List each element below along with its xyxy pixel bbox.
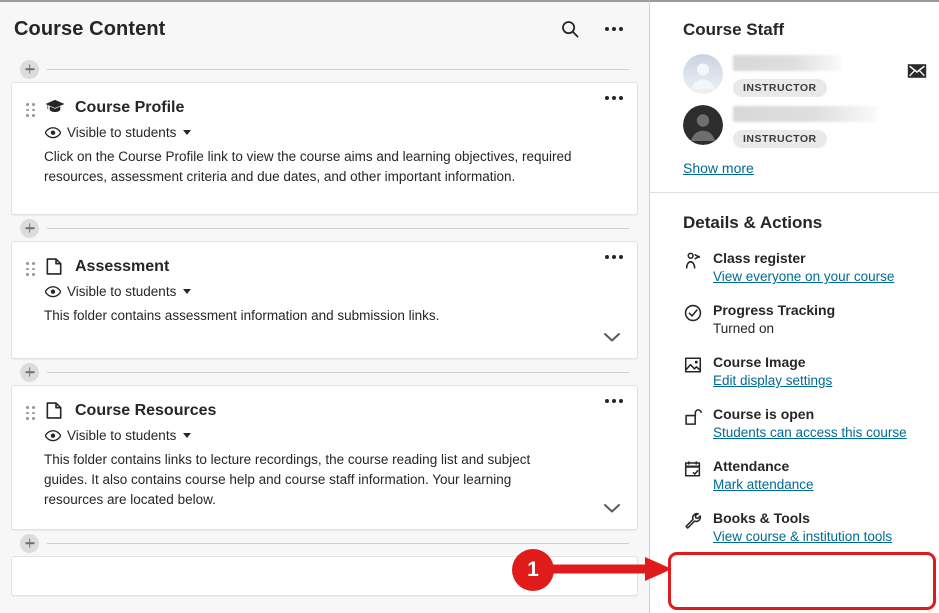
- detail-item-attendance[interactable]: Attendance Mark attendance: [683, 457, 917, 495]
- search-icon[interactable]: [557, 16, 583, 42]
- detail-sub: Turned on: [713, 321, 775, 336]
- staff-member-info: INSTRUCTOR: [733, 54, 917, 97]
- card-description: This folder contains assessment informat…: [44, 308, 440, 323]
- details-actions-section: Details & Actions Class register View ev…: [650, 193, 939, 563]
- panel-header: Course Content: [0, 2, 649, 56]
- graduation-cap-icon: [44, 97, 66, 119]
- wrench-icon: [683, 511, 703, 531]
- content-card-course-resources[interactable]: Course Resources Visible to students Thi…: [11, 385, 638, 530]
- detail-text: Course Image Edit display settings: [713, 353, 917, 391]
- page-title: Course Content: [14, 17, 166, 40]
- drag-handle[interactable]: [26, 262, 38, 276]
- detail-label: Course Image: [713, 354, 806, 370]
- add-content-icon[interactable]: [20, 218, 39, 238]
- content-card-assessment[interactable]: Assessment Visible to students This fold…: [11, 241, 638, 359]
- eye-icon: [45, 126, 61, 138]
- detail-link[interactable]: Students can access this course: [713, 423, 907, 443]
- card-title: Assessment: [75, 258, 170, 275]
- course-content-panel: Course Content Course Profile Visible to…: [0, 0, 650, 613]
- divider-line: [47, 68, 629, 70]
- folder-icon: [44, 400, 66, 422]
- detail-label: Books & Tools: [713, 510, 810, 526]
- detail-link[interactable]: Mark attendance: [713, 475, 814, 495]
- staff-name-redacted: [733, 106, 878, 122]
- status-badge: INSTRUCTOR: [733, 130, 827, 148]
- detail-label: Course is open: [713, 406, 815, 422]
- add-content-icon[interactable]: [20, 59, 39, 79]
- visibility-toggle[interactable]: Visible to students: [45, 428, 621, 443]
- chevron-down-icon: [183, 130, 192, 135]
- card-more-options-icon[interactable]: [605, 96, 623, 100]
- detail-link[interactable]: View everyone on your course: [713, 267, 894, 287]
- divider-line: [47, 227, 629, 229]
- more-options-icon[interactable]: [601, 16, 627, 42]
- detail-label: Class register: [713, 250, 806, 266]
- course-details-sidebar: Course Staff INSTRUCTOR INSTRUCTOR Show …: [650, 0, 939, 613]
- detail-text: Attendance Mark attendance: [713, 457, 917, 495]
- detail-text: Books & Tools View course & institution …: [713, 509, 917, 547]
- divider-line: [47, 371, 629, 373]
- card-title: Course Resources: [75, 402, 217, 419]
- detail-item-course-image[interactable]: Course Image Edit display settings: [683, 353, 917, 391]
- card-more-options-icon[interactable]: [605, 399, 623, 403]
- detail-text: Course is open Students can access this …: [713, 405, 917, 443]
- visibility-label: Visible to students: [67, 284, 177, 299]
- detail-item-books-and-tools[interactable]: Books & Tools View course & institution …: [683, 509, 917, 547]
- detail-label: Attendance: [713, 458, 790, 474]
- staff-member-row: INSTRUCTOR: [683, 105, 917, 148]
- drag-handle[interactable]: [26, 406, 38, 420]
- add-content-icon[interactable]: [20, 362, 39, 382]
- drag-handle[interactable]: [26, 103, 38, 117]
- check-circle-icon: [683, 303, 703, 323]
- chevron-down-icon: [183, 289, 192, 294]
- detail-link[interactable]: View course & institution tools: [713, 527, 892, 547]
- add-content-row[interactable]: [11, 359, 638, 385]
- card-description: Click on the Course Profile link to view…: [44, 149, 572, 184]
- header-actions: [557, 16, 627, 42]
- detail-text: Class register View everyone on your cou…: [713, 249, 917, 287]
- detail-text: Progress Tracking Turned on: [713, 301, 917, 339]
- image-icon: [683, 355, 703, 375]
- show-more-link[interactable]: Show more: [683, 160, 754, 176]
- visibility-toggle[interactable]: Visible to students: [45, 125, 621, 140]
- class-register-icon: [683, 251, 703, 271]
- card-description: This folder contains links to lecture re…: [44, 452, 531, 507]
- visibility-toggle[interactable]: Visible to students: [45, 284, 621, 299]
- mail-icon[interactable]: [907, 63, 927, 84]
- status-badge: INSTRUCTOR: [733, 79, 827, 97]
- card-more-options-icon[interactable]: [605, 255, 623, 259]
- content-card-course-profile[interactable]: Course Profile Visible to students Click…: [11, 82, 638, 215]
- staff-member-info: INSTRUCTOR: [733, 105, 917, 148]
- add-content-row[interactable]: [11, 56, 638, 82]
- annotation-step-badge: 1: [512, 549, 554, 591]
- course-staff-heading: Course Staff: [683, 20, 785, 39]
- staff-name-redacted: [733, 55, 841, 71]
- eye-icon: [45, 429, 61, 441]
- expand-chevron-icon[interactable]: [601, 501, 623, 515]
- card-title: Course Profile: [75, 99, 185, 116]
- chevron-down-icon: [183, 433, 192, 438]
- course-content-page: Course Content Course Profile Visible to…: [0, 0, 939, 613]
- staff-member-row: INSTRUCTOR: [683, 54, 927, 97]
- avatar: [683, 54, 723, 94]
- avatar: [683, 105, 723, 145]
- divider-line: [47, 542, 629, 544]
- content-list: Course Profile Visible to students Click…: [0, 56, 649, 596]
- visibility-label: Visible to students: [67, 428, 177, 443]
- expand-chevron-icon[interactable]: [601, 330, 623, 344]
- eye-icon: [45, 285, 61, 297]
- calendar-check-icon: [683, 459, 703, 479]
- detail-item-class-register[interactable]: Class register View everyone on your cou…: [683, 249, 917, 287]
- open-lock-icon: [683, 407, 703, 427]
- detail-link[interactable]: Edit display settings: [713, 371, 832, 391]
- detail-label: Progress Tracking: [713, 302, 836, 318]
- details-actions-heading: Details & Actions: [683, 213, 823, 232]
- detail-item-course-open[interactable]: Course is open Students can access this …: [683, 405, 917, 443]
- add-content-icon[interactable]: [20, 533, 39, 553]
- add-content-row[interactable]: [11, 215, 638, 241]
- course-staff-section: Course Staff INSTRUCTOR INSTRUCTOR Show …: [650, 2, 939, 192]
- visibility-label: Visible to students: [67, 125, 177, 140]
- folder-icon: [44, 256, 66, 278]
- detail-item-progress-tracking[interactable]: Progress Tracking Turned on: [683, 301, 917, 339]
